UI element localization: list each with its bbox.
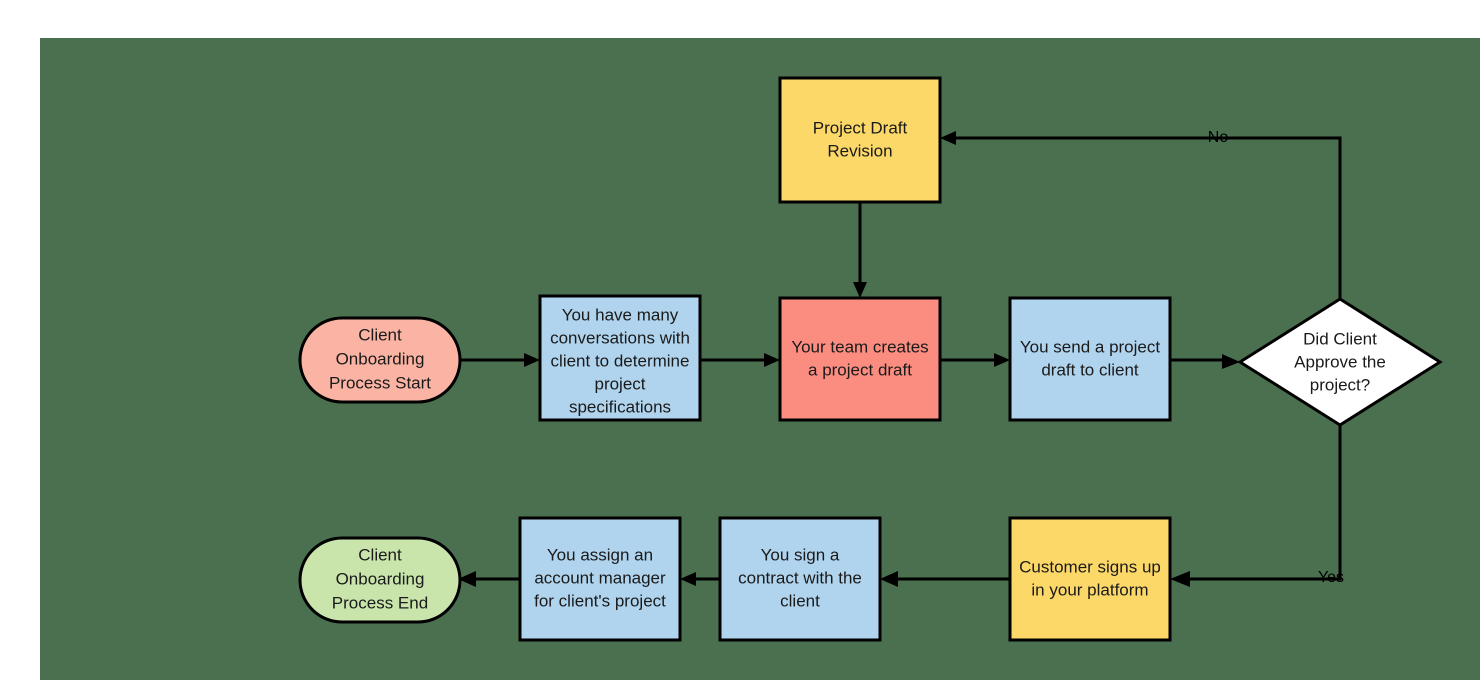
node-start[interactable]: Client Onboarding Process Start [298, 316, 462, 404]
node-shape-terminator[interactable] [298, 316, 462, 404]
node-send-draft[interactable]: You send a project draft to client [1008, 296, 1172, 422]
node-assign-manager[interactable]: You assign an account manager for client… [518, 516, 682, 642]
node-shape-process[interactable] [778, 296, 942, 422]
node-customer-signs-up[interactable]: Customer signs up in your platform [1008, 516, 1172, 642]
node-shape-process[interactable] [518, 516, 682, 642]
node-shape-process[interactable] [718, 516, 882, 642]
node-end[interactable]: Client Onboarding Process End [298, 536, 462, 624]
edge-label-yes: Yes [1318, 569, 1344, 586]
node-team-creates-draft[interactable]: Your team creates a project draft [778, 296, 942, 422]
node-shape-process[interactable] [538, 294, 702, 422]
node-draft-revision[interactable]: Project Draft Revision [778, 76, 942, 204]
flowchart-canvas: No Yes Client Onboarding Process Start Y… [0, 0, 1480, 680]
node-shape-process[interactable] [778, 76, 942, 204]
edge-label-no: No [1208, 129, 1229, 146]
node-shape-process[interactable] [1008, 516, 1172, 642]
flowchart-svg: No Yes Client Onboarding Process Start Y… [0, 0, 1480, 680]
node-conversations[interactable]: You have many conversations with client … [538, 294, 702, 422]
node-shape-process[interactable] [1008, 296, 1172, 422]
node-shape-terminator[interactable] [298, 536, 462, 624]
node-sign-contract[interactable]: You sign a contract with the client [718, 516, 882, 642]
